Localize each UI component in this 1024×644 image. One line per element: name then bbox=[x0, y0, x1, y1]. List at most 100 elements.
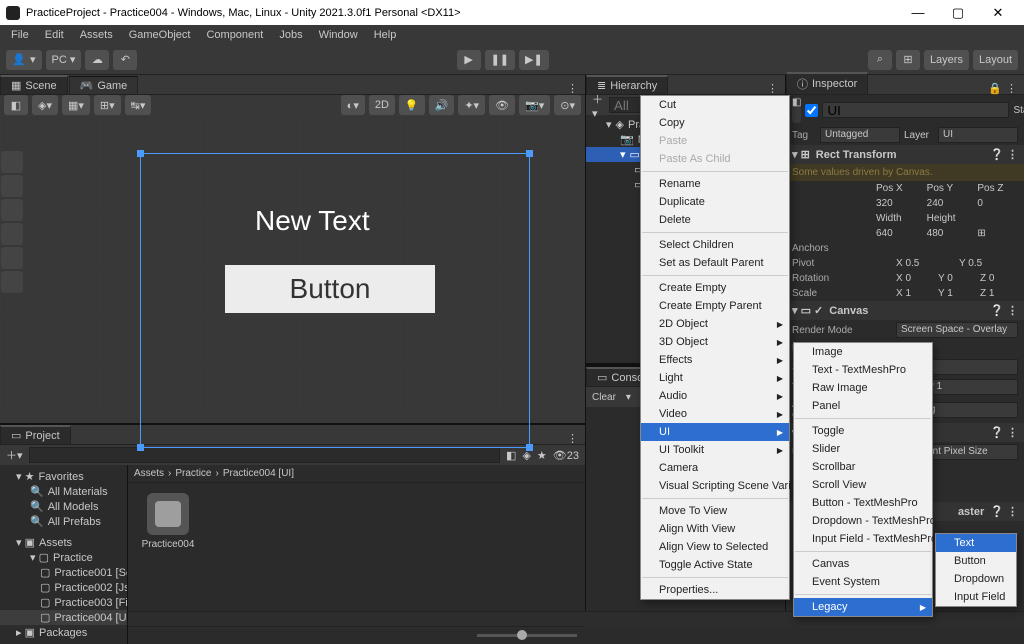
ctx-light[interactable]: Light bbox=[641, 369, 789, 387]
ctx-ui[interactable]: UI bbox=[641, 423, 789, 441]
favorites-group[interactable]: ▾ ★ Favorites bbox=[0, 469, 127, 484]
tool-move[interactable] bbox=[1, 175, 23, 197]
folder-item[interactable]: ▢ Practice001 [Scriptable O bbox=[0, 565, 127, 580]
ctx-video[interactable]: Video bbox=[641, 405, 789, 423]
scene-draw-mode[interactable]: ◐▾ bbox=[341, 95, 365, 115]
ctx-create-empty[interactable]: Create Empty bbox=[641, 279, 789, 297]
ctx-2d-object[interactable]: 2D Object bbox=[641, 315, 789, 333]
scene-audio-toggle[interactable]: 🔊 bbox=[429, 95, 455, 115]
step-button[interactable]: ▶❚ bbox=[519, 50, 549, 70]
menu-file[interactable]: File bbox=[4, 27, 36, 43]
scene-visibility[interactable]: 👁 bbox=[489, 95, 515, 115]
project-tree[interactable]: ▾ ★ Favorites 🔍 All Materials 🔍 All Mode… bbox=[0, 465, 128, 644]
resize-handle[interactable] bbox=[526, 150, 533, 157]
legacy-text[interactable]: Text bbox=[936, 534, 1016, 552]
tab-project[interactable]: ▭Project bbox=[0, 425, 71, 444]
ctx-select-children[interactable]: Select Children bbox=[641, 236, 789, 254]
window-maximize-button[interactable]: ▢ bbox=[938, 0, 978, 25]
resize-handle[interactable] bbox=[137, 150, 144, 157]
scene-text-element[interactable]: New Text bbox=[255, 205, 370, 237]
project-add-button[interactable]: ＋▾ bbox=[6, 447, 23, 463]
ui-image[interactable]: Image bbox=[794, 343, 932, 361]
ctx-toggle-active[interactable]: Toggle Active State bbox=[641, 556, 789, 574]
panel-options-icon[interactable]: ⋮ bbox=[567, 432, 579, 444]
pivot-y[interactable]: Y 0.5 bbox=[959, 258, 1018, 269]
resize-handle[interactable] bbox=[526, 444, 533, 451]
tool-transform[interactable] bbox=[1, 271, 23, 293]
ctx-ui-toolkit[interactable]: UI Toolkit bbox=[641, 441, 789, 459]
component-canvas[interactable]: ▾ ▭ ✓ Canvas❔ ⋮ bbox=[786, 301, 1024, 320]
menu-gameobject[interactable]: GameObject bbox=[122, 27, 198, 43]
ui-scrollbar[interactable]: Scrollbar bbox=[794, 458, 932, 476]
scene-button-element[interactable]: Button bbox=[225, 265, 435, 313]
tag-dropdown[interactable]: Untagged bbox=[820, 127, 900, 143]
rot-z[interactable]: Z 0 bbox=[980, 273, 1018, 284]
scene-tool-snap[interactable]: ⊞▾ bbox=[94, 95, 121, 115]
folder-item[interactable]: ▢ Practice003 [FileIO] bbox=[0, 595, 127, 610]
scale-x[interactable]: X 1 bbox=[896, 288, 934, 299]
ctx-cut[interactable]: Cut bbox=[641, 96, 789, 114]
ui-toggle[interactable]: Toggle bbox=[794, 422, 932, 440]
scale-z[interactable]: Z 1 bbox=[980, 288, 1018, 299]
folder-item[interactable]: ▢ Practice002 [Json conver bbox=[0, 580, 127, 595]
ui-panel[interactable]: Panel bbox=[794, 397, 932, 415]
scene-2d-toggle[interactable]: 2D bbox=[369, 95, 395, 115]
packages-group[interactable]: ▸ ▣ Packages bbox=[0, 625, 127, 640]
asset-zoom-slider[interactable] bbox=[477, 634, 577, 637]
scene-tool-gizmo[interactable]: ◈▾ bbox=[32, 95, 58, 115]
component-rect-transform[interactable]: ▾ ⊞ Rect Transform❔ ⋮ bbox=[786, 145, 1024, 164]
ctx-properties[interactable]: Properties... bbox=[641, 581, 789, 599]
render-mode-dropdown[interactable]: Screen Space - Overlay bbox=[896, 322, 1018, 338]
crumb[interactable]: Practice bbox=[175, 468, 211, 479]
scene-viewport[interactable]: New Text Button bbox=[0, 115, 585, 423]
ctx-create-empty-parent[interactable]: Create Empty Parent bbox=[641, 297, 789, 315]
menu-edit[interactable]: Edit bbox=[38, 27, 71, 43]
undo-history-button[interactable]: ↶ bbox=[113, 50, 137, 70]
layout-dropdown[interactable]: Layout bbox=[973, 50, 1018, 70]
project-breadcrumb[interactable]: Assets › Practice › Practice004 [UI] bbox=[128, 465, 585, 483]
console-clear-button[interactable]: Clear bbox=[592, 392, 616, 403]
ctx-align-view[interactable]: Align With View bbox=[641, 520, 789, 538]
gameobject-name-input[interactable] bbox=[822, 102, 1009, 118]
anchors-label[interactable]: Anchors bbox=[792, 243, 892, 254]
gameobject-active-checkbox[interactable] bbox=[805, 104, 818, 117]
context-menu-gameobject[interactable]: Cut Copy Paste Paste As Child Rename Dup… bbox=[640, 95, 790, 600]
scene-asset-tile[interactable]: Practice004 bbox=[138, 493, 198, 550]
menu-component[interactable]: Component bbox=[199, 27, 270, 43]
menu-assets[interactable]: Assets bbox=[73, 27, 120, 43]
context-submenu-legacy[interactable]: Text Button Dropdown Input Field bbox=[935, 533, 1017, 607]
scene-light-toggle[interactable]: 💡 bbox=[399, 95, 425, 115]
account-dropdown[interactable]: 👤▾ bbox=[6, 50, 42, 70]
ctx-copy[interactable]: Copy bbox=[641, 114, 789, 132]
tool-scale[interactable] bbox=[1, 223, 23, 245]
settings-button[interactable]: ⊞ bbox=[896, 50, 920, 70]
project-search-input[interactable] bbox=[29, 447, 501, 463]
ui-event-system[interactable]: Event System bbox=[794, 573, 932, 591]
ctx-move-to-view[interactable]: Move To View bbox=[641, 502, 789, 520]
filter-icon[interactable]: ◧ bbox=[506, 449, 516, 462]
layers-dropdown[interactable]: Layers bbox=[924, 50, 969, 70]
tab-game[interactable]: 🎮Game bbox=[69, 76, 139, 94]
ctx-3d-object[interactable]: 3D Object bbox=[641, 333, 789, 351]
ui-text-tmp[interactable]: Text - TextMeshPro bbox=[794, 361, 932, 379]
rot-x[interactable]: X 0 bbox=[896, 273, 934, 284]
scale-y[interactable]: Y 1 bbox=[938, 288, 976, 299]
scene-gizmos-toggle[interactable]: ⊙▾ bbox=[554, 95, 581, 115]
ui-dropdown-tmp[interactable]: Dropdown - TextMeshPro bbox=[794, 512, 932, 530]
search-button[interactable]: ⌕ bbox=[868, 50, 892, 70]
scene-tool-increment[interactable]: ↹▾ bbox=[125, 95, 152, 115]
ctx-vs-variables[interactable]: Visual Scripting Scene Variables bbox=[641, 477, 789, 495]
crumb[interactable]: Assets bbox=[134, 468, 164, 479]
context-submenu-ui[interactable]: Image Text - TextMeshPro Raw Image Panel… bbox=[793, 342, 933, 617]
window-minimize-button[interactable]: — bbox=[898, 0, 938, 25]
window-close-button[interactable]: ✕ bbox=[978, 0, 1018, 25]
ui-input-tmp[interactable]: Input Field - TextMeshPro bbox=[794, 530, 932, 548]
layer-dropdown[interactable]: UI bbox=[938, 127, 1018, 143]
ctx-effects[interactable]: Effects bbox=[641, 351, 789, 369]
ctx-audio[interactable]: Audio bbox=[641, 387, 789, 405]
scene-camera[interactable]: 📷▾ bbox=[519, 95, 550, 115]
legacy-button[interactable]: Button bbox=[936, 552, 1016, 570]
rot-y[interactable]: Y 0 bbox=[938, 273, 976, 284]
ui-raw-image[interactable]: Raw Image bbox=[794, 379, 932, 397]
assets-group[interactable]: ▾ ▣ Assets bbox=[0, 535, 127, 550]
